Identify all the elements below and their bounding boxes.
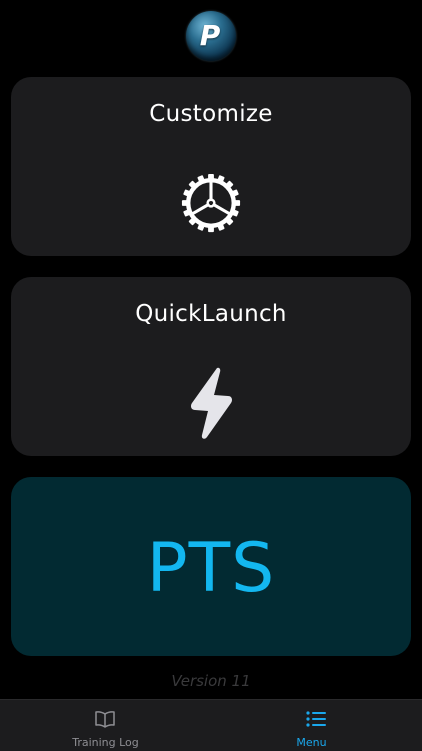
- list-icon: [306, 711, 326, 727]
- quicklaunch-title: QuickLaunch: [135, 301, 287, 327]
- customize-card[interactable]: Customize: [11, 77, 411, 256]
- app-logo-letter: P: [199, 18, 221, 52]
- customize-title: Customize: [149, 101, 273, 127]
- tab-training-log[interactable]: Training Log: [0, 700, 211, 751]
- version-label: Version 11: [171, 672, 251, 690]
- tab-menu[interactable]: Menu: [211, 700, 422, 751]
- tab-bar: Training Log Menu: [0, 699, 422, 751]
- quicklaunch-card[interactable]: QuickLaunch: [11, 277, 411, 456]
- gear-icon: [181, 173, 241, 233]
- tab-training-log-label: Training Log: [72, 736, 139, 749]
- app-logo: P: [186, 11, 236, 61]
- pts-card[interactable]: PTS: [11, 477, 411, 656]
- pts-label: PTS: [146, 529, 276, 608]
- tab-menu-label: Menu: [296, 736, 327, 749]
- open-book-icon: [95, 711, 115, 728]
- lightning-bolt-icon: [191, 367, 232, 439]
